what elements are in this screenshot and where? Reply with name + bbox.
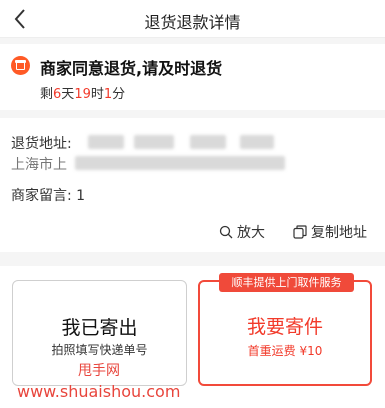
countdown: 剩6天19时1分 — [40, 83, 125, 102]
merchant-message-value: 1 — [76, 188, 86, 204]
section-divider — [0, 252, 385, 266]
status-title: 商家同意退货,请及时退货 — [40, 59, 223, 78]
countdown-days-unit: 天 — [61, 87, 75, 102]
merchant-message: 商家留言: 1 — [11, 185, 85, 205]
section-divider — [0, 110, 385, 118]
merchant-message-label: 商家留言: — [11, 188, 72, 204]
copy-address-label: 复制地址 — [311, 225, 367, 241]
return-address-label: 退货地址: — [11, 136, 72, 152]
redacted-text — [240, 135, 274, 149]
already-shipped-subtitle: 拍照填写快递单号 — [51, 343, 148, 357]
send-package-title: 我要寄件 — [246, 316, 323, 338]
copy-address-button[interactable]: 复制地址 — [293, 222, 367, 242]
send-package-subtitle: 首重运费 ¥10 — [247, 344, 323, 358]
box-icon — [11, 56, 30, 75]
redacted-text — [190, 135, 226, 149]
page-title: 退货退款详情 — [144, 13, 241, 32]
return-address-line: 上海市上 — [11, 157, 67, 173]
zoom-button[interactable]: 放大 — [219, 222, 265, 242]
already-shipped-title: 我已寄出 — [61, 317, 138, 339]
redacted-text — [75, 156, 285, 170]
watermark-brand: 甩手网 — [78, 363, 120, 379]
countdown-prefix: 剩 — [40, 87, 54, 102]
sf-pickup-badge: 顺丰提供上门取件服务 — [219, 273, 354, 292]
countdown-minutes: 1 — [103, 87, 113, 102]
send-package-card[interactable]: 我要寄件 首重运费 ¥10 — [198, 280, 372, 386]
search-icon — [219, 225, 233, 239]
redacted-text — [134, 135, 174, 149]
countdown-hours: 19 — [74, 87, 91, 102]
redacted-text — [88, 135, 124, 149]
zoom-label: 放大 — [237, 225, 265, 241]
countdown-hours-unit: 时 — [90, 87, 104, 102]
copy-icon — [293, 225, 307, 239]
top-bar: 退货退款详情 — [0, 0, 385, 38]
countdown-minutes-unit: 分 — [112, 87, 126, 102]
watermark-url: www.shuaishou.com — [17, 382, 181, 401]
